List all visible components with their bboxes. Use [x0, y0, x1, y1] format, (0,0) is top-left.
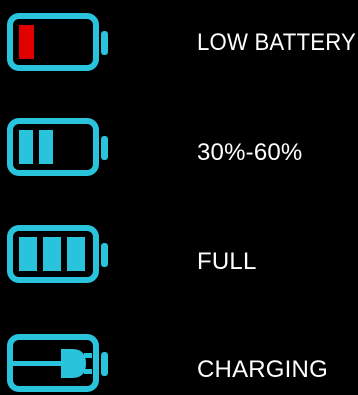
battery-low-icon — [7, 13, 108, 71]
status-label-full: FULL — [197, 248, 257, 275]
battery-status-charging: CHARGING — [0, 333, 358, 393]
battery-status-low: LOW BATTERY — [0, 12, 358, 72]
battery-charging-icon — [7, 334, 108, 392]
battery-full-icon — [7, 225, 108, 283]
battery-status-medium: 30%-60% — [0, 117, 358, 177]
status-label-low: LOW BATTERY — [197, 29, 357, 56]
status-label-medium: 30%-60% — [197, 139, 303, 166]
battery-status-full: FULL — [0, 224, 358, 284]
status-label-charging: CHARGING — [197, 356, 328, 383]
battery-medium-icon — [7, 118, 108, 176]
